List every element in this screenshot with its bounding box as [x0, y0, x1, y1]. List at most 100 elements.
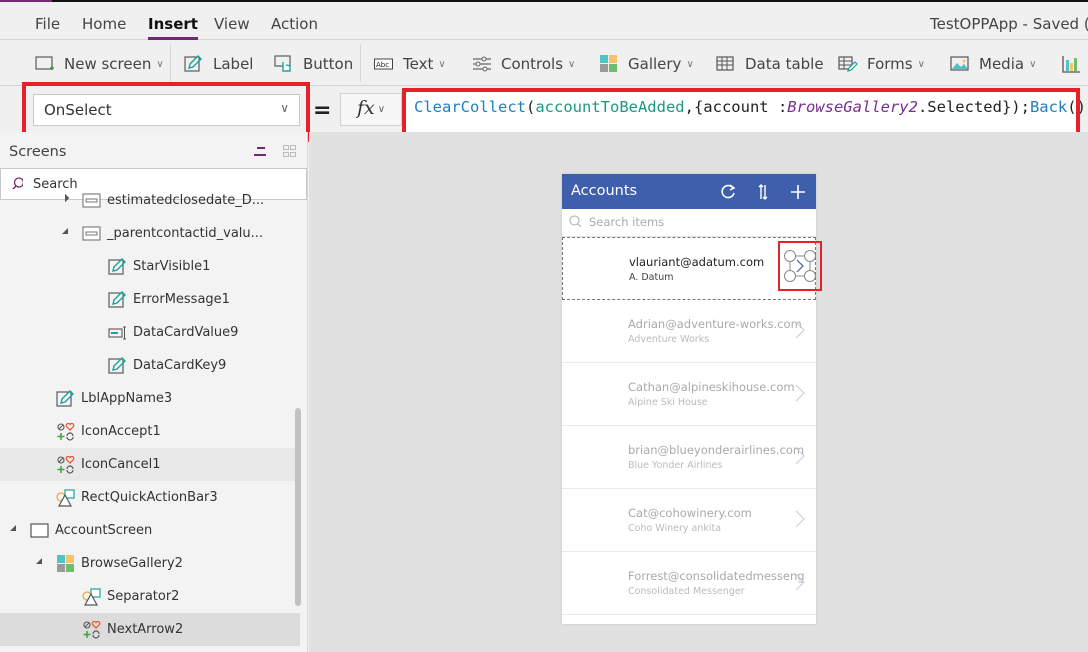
tree-item[interactable]: DataCardKey9: [0, 349, 300, 382]
new-screen-button[interactable]: New screen ∨: [35, 53, 164, 75]
chevron-down-icon: ∨: [280, 101, 289, 115]
formula-token-fn: ClearCollect: [414, 98, 526, 116]
tree-item[interactable]: AccountScreen: [0, 514, 300, 547]
gallery-item[interactable]: brian@blueyonderairlines.com Blue Yonder …: [562, 426, 816, 489]
tree-item[interactable]: LblAppName3: [0, 382, 300, 415]
list-view-icon[interactable]: [252, 146, 266, 158]
formula-token-plain: (): [1067, 98, 1086, 116]
new-screen-icon: [35, 55, 55, 73]
account-email: Cat@cohowinery.com: [628, 506, 752, 520]
add-icon[interactable]: [788, 182, 808, 202]
icons-icon: [56, 455, 76, 474]
button-button[interactable]: Button: [274, 53, 353, 75]
tree-scrollbar[interactable]: [295, 408, 301, 606]
tree-item[interactable]: _parentcontactid_valu...: [0, 217, 300, 250]
text-input-icon: [108, 324, 128, 342]
gallery-item[interactable]: Forrest@consolidatedmesseng Consolidated …: [562, 552, 816, 615]
tree-item-label: RectQuickActionBar3: [81, 490, 218, 505]
menu-home[interactable]: Home: [82, 15, 126, 33]
gallery-search-input[interactable]: Search items: [562, 209, 816, 237]
next-arrow-icon[interactable]: [795, 320, 805, 340]
gallery-dropdown[interactable]: Gallery ∨: [599, 53, 694, 75]
account-email: Forrest@consolidatedmesseng: [628, 569, 805, 583]
text-label: Text: [403, 55, 434, 73]
data-table-label: Data table: [745, 55, 824, 73]
account-name: Adventure Works: [628, 334, 710, 345]
forms-icon: [838, 55, 858, 73]
sort-icon[interactable]: [753, 182, 773, 202]
tree-item[interactable]: estimatedclosedate_D...: [0, 184, 300, 217]
collapse-icon[interactable]: [10, 525, 16, 531]
expand-icon[interactable]: [60, 193, 70, 203]
label-icon: [108, 291, 128, 309]
next-arrow-icon[interactable]: [795, 446, 805, 466]
tree-item[interactable]: NextArrow2: [0, 613, 300, 646]
menu-bar: File Home Insert View Action TestOPPApp …: [0, 2, 1088, 40]
tree-item[interactable]: StarVisible1: [0, 250, 300, 283]
text-dropdown[interactable]: Abc Text ∨: [374, 53, 446, 75]
tree-item-label: _parentcontactid_valu...: [107, 226, 264, 241]
chevron-down-icon: ∨: [686, 58, 694, 70]
property-dropdown[interactable]: OnSelect ∨: [33, 94, 300, 126]
selection-handles[interactable]: [778, 241, 822, 291]
icons-icon: [82, 620, 102, 639]
gallery-label: Gallery: [628, 55, 682, 73]
collapse-icon[interactable]: [62, 228, 68, 234]
tree-item-label: IconCancel1: [81, 457, 161, 472]
account-name: Coho Winery ankita: [628, 523, 722, 534]
tree-item[interactable]: DataCardValue9: [0, 316, 300, 349]
chevron-down-icon: ∨: [1029, 58, 1037, 70]
formula-bar-row: OnSelect ∨ = fx ∨ ClearCollect(accountToB…: [0, 82, 1088, 152]
gallery-icon: [599, 55, 619, 73]
data-table-button[interactable]: Data table: [716, 53, 824, 75]
search-placeholder: Search items: [589, 215, 665, 229]
label-icon: [108, 357, 128, 375]
media-dropdown[interactable]: Media ∨: [950, 53, 1036, 75]
forms-dropdown[interactable]: Forms ∨: [838, 53, 925, 75]
next-arrow-icon[interactable]: [795, 572, 805, 592]
account-email: vlauriant@adatum.com: [629, 255, 765, 269]
tree-item[interactable]: Separator2: [0, 580, 300, 613]
gallery-item[interactable]: Cat@cohowinery.com Coho Winery ankita: [562, 489, 816, 552]
gallery-item[interactable]: Adrian@adventure-works.com Adventure Work…: [562, 300, 816, 363]
button-icon: [274, 55, 294, 73]
svg-text:Abc: Abc: [376, 61, 389, 69]
label-button[interactable]: Label: [184, 53, 253, 75]
tree-item[interactable]: BrowseGallery2: [0, 547, 300, 580]
tree-item-label: NextArrow2: [107, 622, 184, 637]
gallery-item[interactable]: Cathan@alpineskihouse.com Alpine Ski Hous…: [562, 363, 816, 426]
text-icon: Abc: [374, 55, 394, 73]
charts-dropdown[interactable]: [1062, 53, 1088, 75]
menu-file[interactable]: File: [35, 15, 60, 33]
formula-token-plain: .Selected});: [917, 98, 1030, 116]
tree-item[interactable]: IconCancel1: [0, 448, 300, 481]
search-icon: [569, 215, 581, 227]
tree-item[interactable]: RectQuickActionBar3: [0, 481, 300, 514]
refresh-icon[interactable]: [718, 182, 738, 202]
account-name: Alpine Ski House: [628, 397, 708, 408]
icons-icon: [56, 422, 76, 441]
menu-insert[interactable]: Insert: [148, 15, 198, 40]
account-email: brian@blueyonderairlines.com: [628, 443, 805, 457]
account-name: A. Datum: [629, 272, 674, 283]
account-email: Cathan@alpineskihouse.com: [628, 380, 795, 394]
chevron-down-icon: ∨: [917, 58, 925, 70]
next-arrow-icon[interactable]: [795, 383, 805, 403]
collapse-icon[interactable]: [36, 558, 42, 564]
data-table-icon: [716, 55, 736, 73]
ribbon-divider: [170, 44, 171, 82]
card-icon: [82, 192, 102, 210]
label-icon: [184, 55, 204, 73]
next-arrow-icon[interactable]: [795, 509, 805, 529]
fx-button[interactable]: fx ∨: [340, 93, 402, 126]
thumbnail-view-icon[interactable]: [283, 145, 297, 158]
controls-label: Controls: [501, 55, 564, 73]
tree-item[interactable]: IconAccept1: [0, 415, 300, 448]
menu-action[interactable]: Action: [271, 15, 318, 33]
screen-header: Accounts: [562, 174, 816, 209]
tree-item[interactable]: ErrorMessage1: [0, 283, 300, 316]
tree-item-label: DataCardValue9: [133, 325, 239, 340]
controls-dropdown[interactable]: Controls ∨: [472, 53, 575, 75]
tree-item-label: DataCardKey9: [133, 358, 227, 373]
menu-view[interactable]: View: [214, 15, 250, 33]
